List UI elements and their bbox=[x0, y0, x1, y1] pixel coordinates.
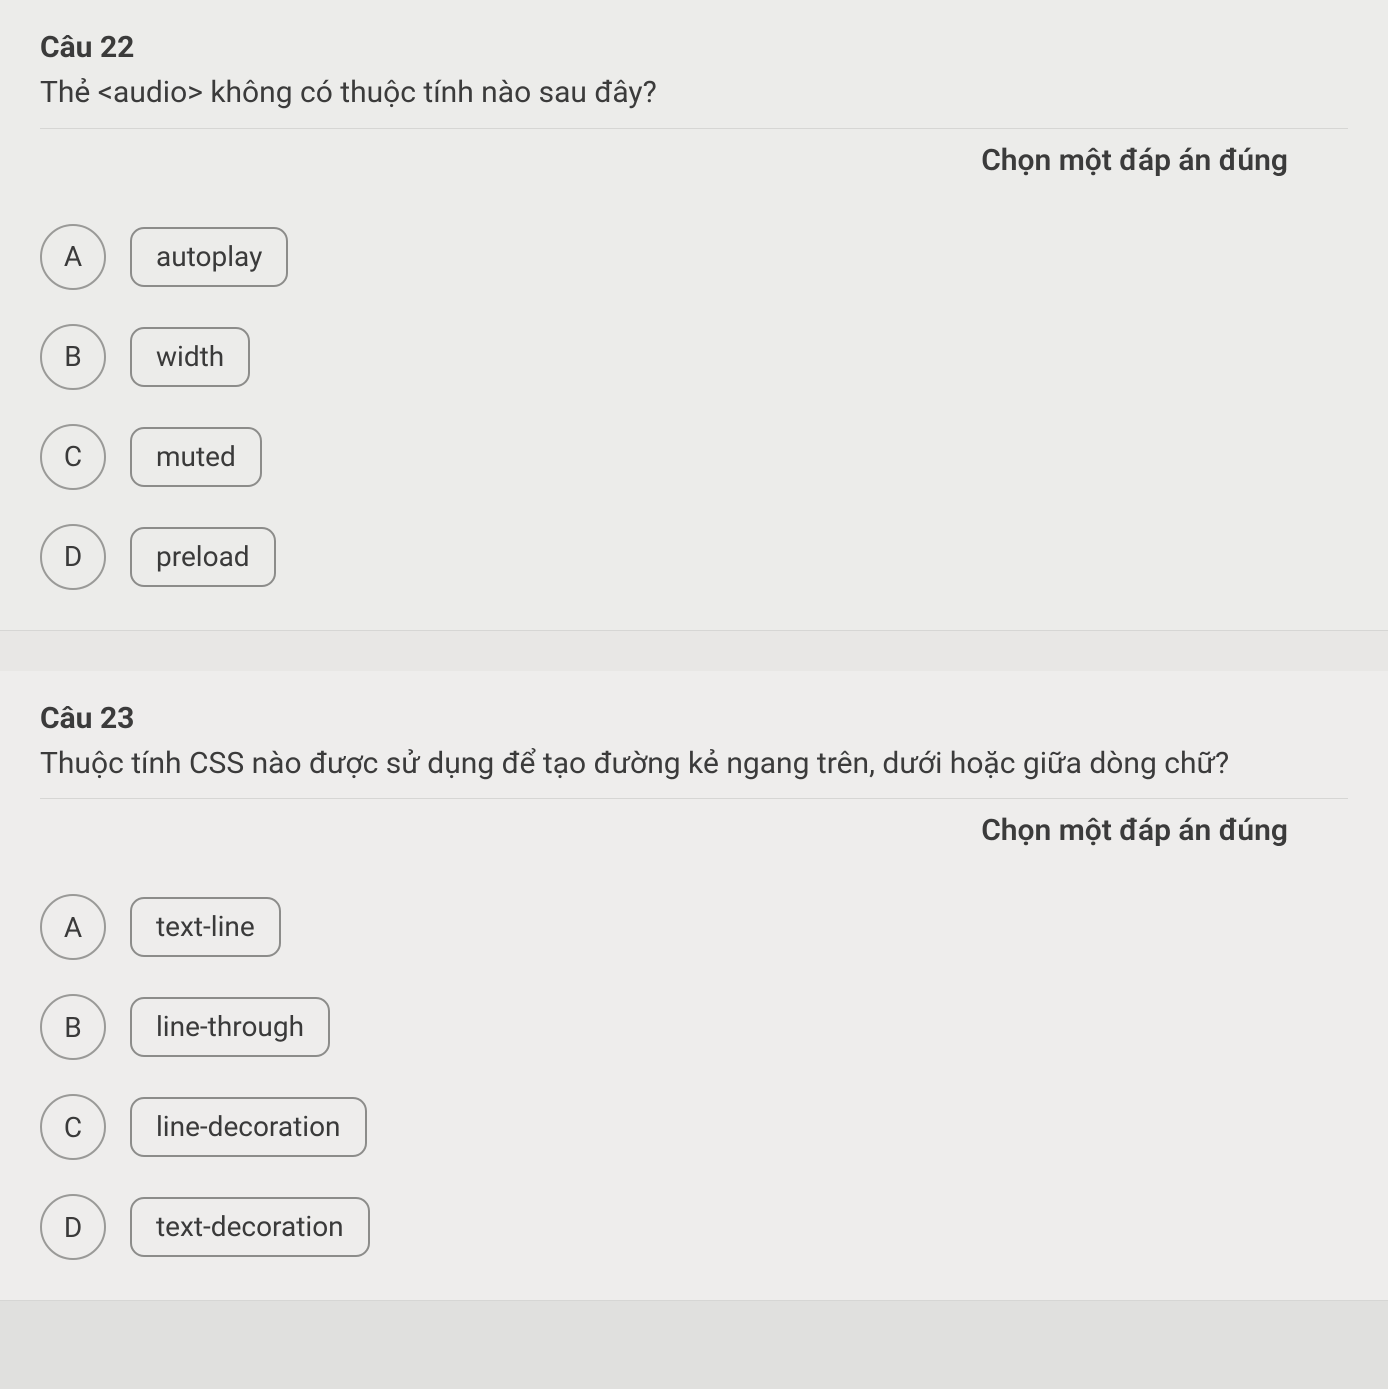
option-letter-circle[interactable]: A bbox=[40, 894, 106, 960]
option-letter-circle[interactable]: C bbox=[40, 424, 106, 490]
option-label-chip[interactable]: text-decoration bbox=[130, 1197, 370, 1257]
question-text: Thẻ <audio> không có thuộc tính nào sau … bbox=[40, 73, 1348, 114]
options-list: A autoplay B width C muted D preload bbox=[40, 224, 1348, 590]
option-letter-circle[interactable]: D bbox=[40, 1194, 106, 1260]
option-letter-circle[interactable]: A bbox=[40, 224, 106, 290]
options-list: A text-line B line-through C line-decora… bbox=[40, 894, 1348, 1260]
option-letter-circle[interactable]: D bbox=[40, 524, 106, 590]
option-letter-circle[interactable]: B bbox=[40, 324, 106, 390]
option-row-A[interactable]: A autoplay bbox=[40, 224, 1348, 290]
option-row-A[interactable]: A text-line bbox=[40, 894, 1348, 960]
option-row-B[interactable]: B width bbox=[40, 324, 1348, 390]
option-row-B[interactable]: B line-through bbox=[40, 994, 1348, 1060]
option-label-chip[interactable]: preload bbox=[130, 527, 276, 587]
question-block: Câu 22 Thẻ <audio> không có thuộc tính n… bbox=[0, 0, 1388, 631]
question-instruction: Chọn một đáp án đúng bbox=[40, 798, 1348, 848]
option-label-chip[interactable]: width bbox=[130, 327, 250, 387]
option-label-chip[interactable]: line-through bbox=[130, 997, 330, 1057]
option-row-C[interactable]: C line-decoration bbox=[40, 1094, 1348, 1160]
option-row-D[interactable]: D preload bbox=[40, 524, 1348, 590]
option-row-D[interactable]: D text-decoration bbox=[40, 1194, 1348, 1260]
question-number: Câu 22 bbox=[40, 30, 1348, 65]
option-label-chip[interactable]: text-line bbox=[130, 897, 281, 957]
option-label-chip[interactable]: line-decoration bbox=[130, 1097, 367, 1157]
question-instruction: Chọn một đáp án đúng bbox=[40, 128, 1348, 178]
question-block: Câu 23 Thuộc tính CSS nào được sử dụng đ… bbox=[0, 671, 1388, 1302]
question-number: Câu 23 bbox=[40, 701, 1348, 736]
option-label-chip[interactable]: muted bbox=[130, 427, 262, 487]
question-text: Thuộc tính CSS nào được sử dụng để tạo đ… bbox=[40, 744, 1348, 785]
option-row-C[interactable]: C muted bbox=[40, 424, 1348, 490]
option-label-chip[interactable]: autoplay bbox=[130, 227, 288, 287]
option-letter-circle[interactable]: B bbox=[40, 994, 106, 1060]
option-letter-circle[interactable]: C bbox=[40, 1094, 106, 1160]
